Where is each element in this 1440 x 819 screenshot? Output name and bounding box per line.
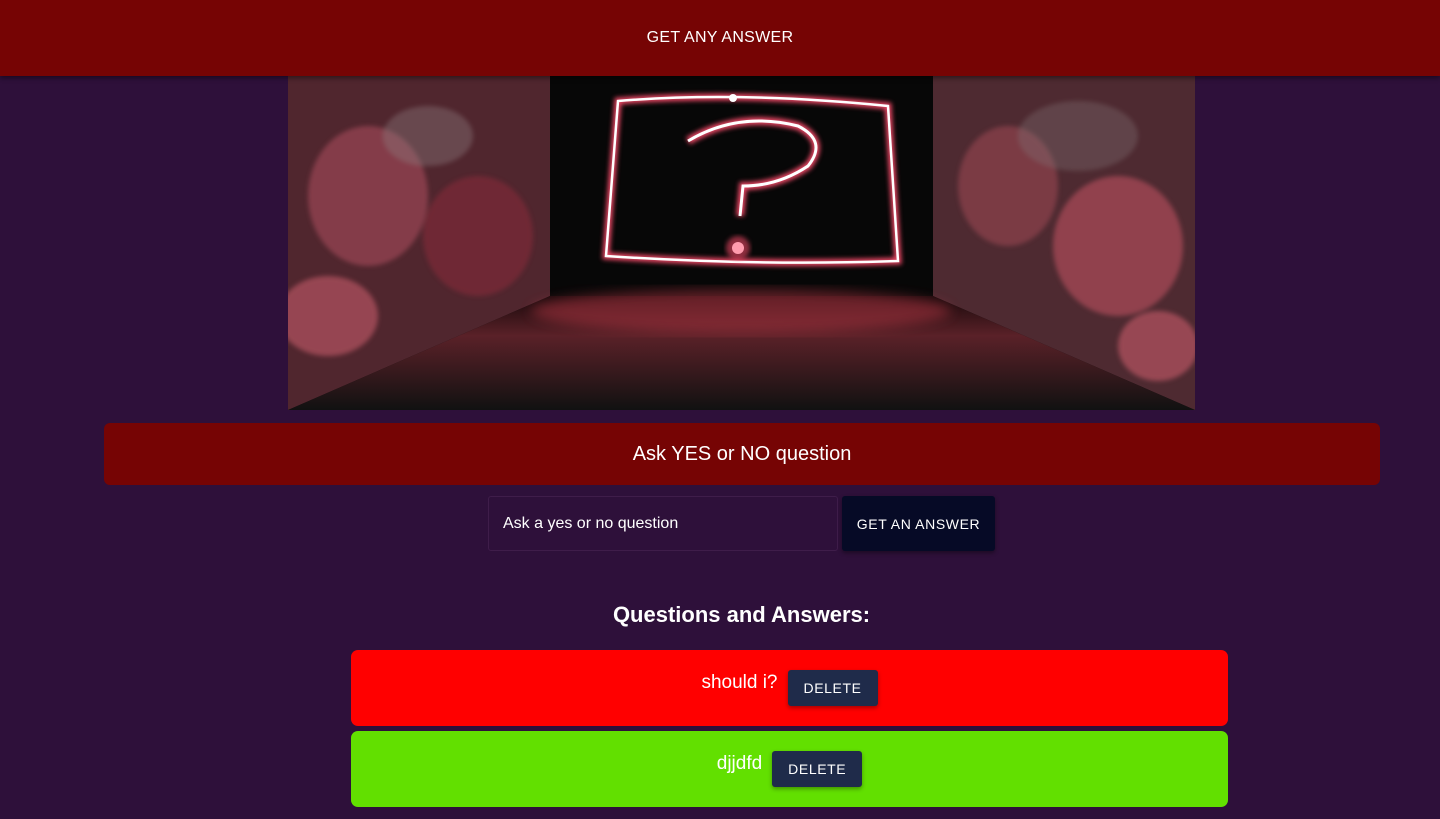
get-answer-button[interactable]: GET AN ANSWER bbox=[842, 496, 995, 551]
qa-list: should i? DELETE djjdfd DELETE bbox=[351, 650, 1228, 812]
qa-item: should i? DELETE bbox=[351, 650, 1228, 726]
question-banner: Ask YES or NO question bbox=[104, 423, 1380, 485]
qa-question: should i? bbox=[701, 672, 778, 693]
app-title: GET ANY ANSWER bbox=[646, 29, 794, 46]
hero-image bbox=[288, 76, 1195, 410]
qa-question: djjdfd bbox=[716, 753, 763, 774]
qa-item: djjdfd DELETE bbox=[351, 731, 1228, 807]
delete-button[interactable]: DELETE bbox=[772, 751, 863, 787]
question-input[interactable] bbox=[488, 496, 838, 551]
question-mark-icon bbox=[288, 76, 1195, 410]
app-bar: GET ANY ANSWER bbox=[0, 0, 1440, 76]
qa-heading: Questions and Answers: bbox=[612, 602, 871, 627]
delete-button[interactable]: DELETE bbox=[787, 670, 878, 706]
